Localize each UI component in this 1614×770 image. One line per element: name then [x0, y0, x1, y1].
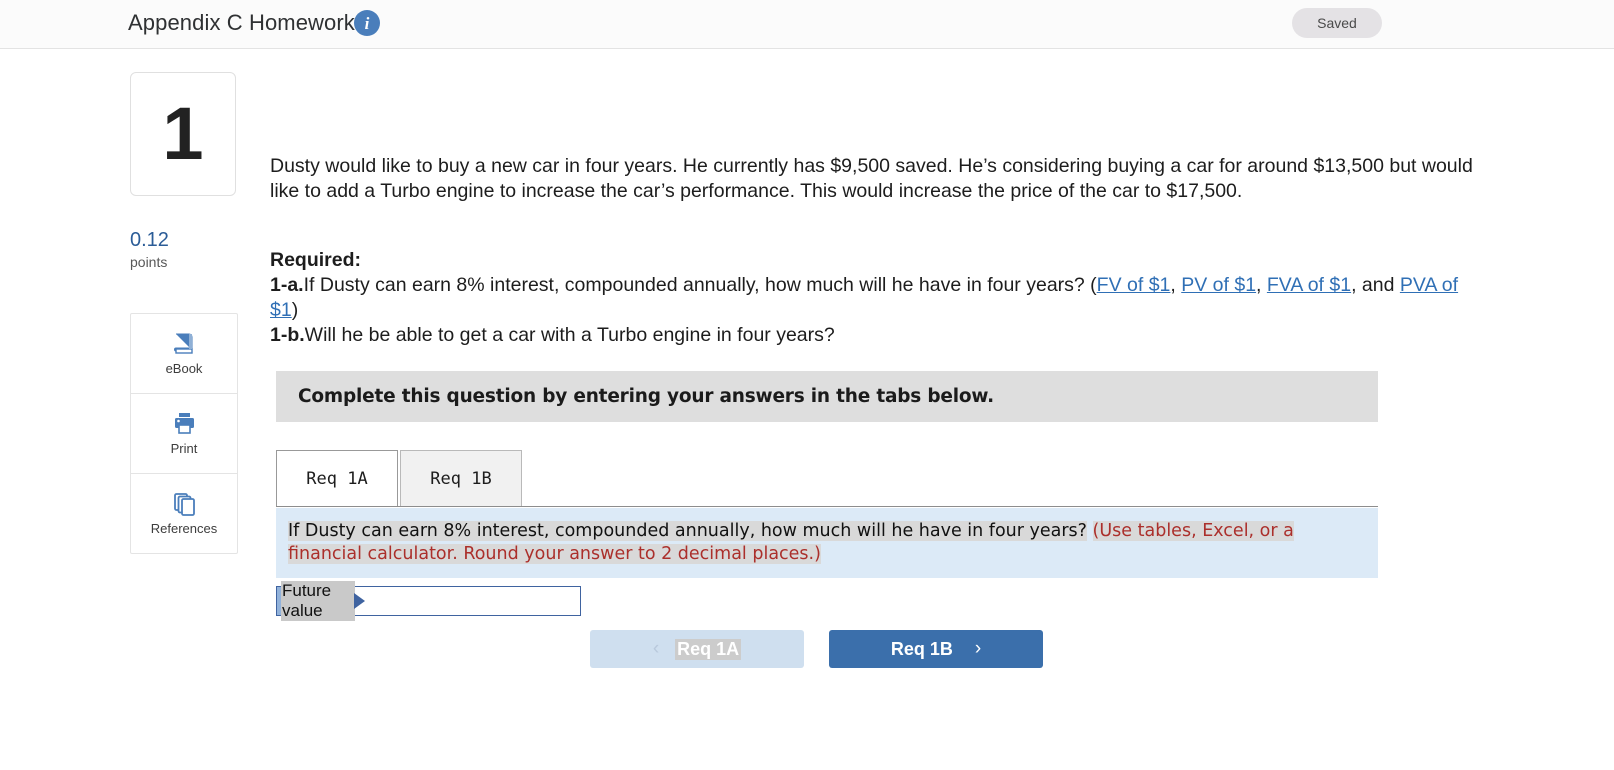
link-sep-2: , [1256, 274, 1267, 296]
answer-caret-marker [354, 587, 365, 615]
pages-icon [169, 491, 199, 517]
tab-underline [276, 506, 1378, 507]
printer-icon [169, 411, 199, 437]
next-req-1b-button[interactable]: Req 1B › [829, 630, 1043, 668]
points-value: 0.12 [130, 229, 169, 251]
question-number: 1 [162, 92, 204, 175]
info-icon[interactable]: i [354, 10, 380, 36]
answer-row-label-text: Future value [281, 581, 355, 621]
sidebar-item-label-ebook: eBook [165, 361, 203, 376]
link-pv-of-1[interactable]: PV of $1 [1181, 274, 1256, 296]
link-sep-3: , and [1351, 274, 1400, 296]
answer-row-label: Future value [277, 581, 355, 621]
tab-req-1b[interactable]: Req 1B [400, 450, 522, 507]
required-heading: Required: [270, 249, 362, 271]
part-a-text: If Dusty can earn 8% interest, compounde… [303, 274, 1097, 296]
part-b-label: 1-b. [270, 324, 305, 346]
sidebar-item-label-references: References [150, 521, 218, 536]
sidebar-item-ebook[interactable]: eBook [131, 314, 237, 394]
top-bar: Appendix C Homework i Saved [0, 0, 1614, 49]
status-badge-saved: Saved [1292, 8, 1382, 38]
chevron-left-icon: ‹ [652, 638, 660, 659]
tab-strip: Req 1A Req 1B [276, 450, 1378, 508]
question-prompt-panel: If Dusty can earn 8% interest, compounde… [276, 508, 1378, 578]
page-title: Appendix C Homework [128, 10, 355, 35]
tool-rail: eBook Print References [130, 313, 238, 554]
sidebar-item-label-print: Print [170, 441, 198, 456]
part-a-close: ) [291, 299, 299, 321]
prompt-main: If Dusty can earn 8% interest, compounde… [288, 521, 1087, 541]
future-value-input[interactable] [365, 587, 580, 615]
part-b-text: Will he be able to get a car with a Turb… [304, 324, 835, 346]
part-a-label: 1-a. [270, 274, 304, 296]
prev-req-1a-label: Req 1A [675, 638, 742, 660]
instruction-banner-text: Complete this question by entering your … [298, 386, 994, 407]
sidebar-item-print[interactable]: Print [131, 394, 237, 474]
sidebar-item-references[interactable]: References [131, 474, 237, 553]
tab-req-1a[interactable]: Req 1A [276, 450, 398, 507]
question-stem: Dusty would like to buy a new car in fou… [270, 155, 1473, 202]
question-required: Required: 1-a.If Dusty can earn 8% inter… [270, 248, 1480, 348]
prev-req-1a-button: ‹ Req 1A [590, 630, 804, 668]
book-icon [169, 331, 199, 357]
question-prompt-text: If Dusty can earn 8% interest, compounde… [288, 520, 1363, 566]
question-number-box: 1 [130, 72, 236, 196]
instruction-banner: Complete this question by entering your … [276, 371, 1378, 422]
link-fv-of-1[interactable]: FV of $1 [1097, 274, 1171, 296]
next-req-1b-label: Req 1B [890, 638, 953, 659]
link-fva-of-1[interactable]: FVA of $1 [1267, 274, 1351, 296]
link-sep-1: , [1170, 274, 1182, 296]
answer-row: Future value [276, 581, 581, 621]
chevron-right-icon: › [974, 638, 982, 659]
points-label: points [130, 254, 168, 270]
